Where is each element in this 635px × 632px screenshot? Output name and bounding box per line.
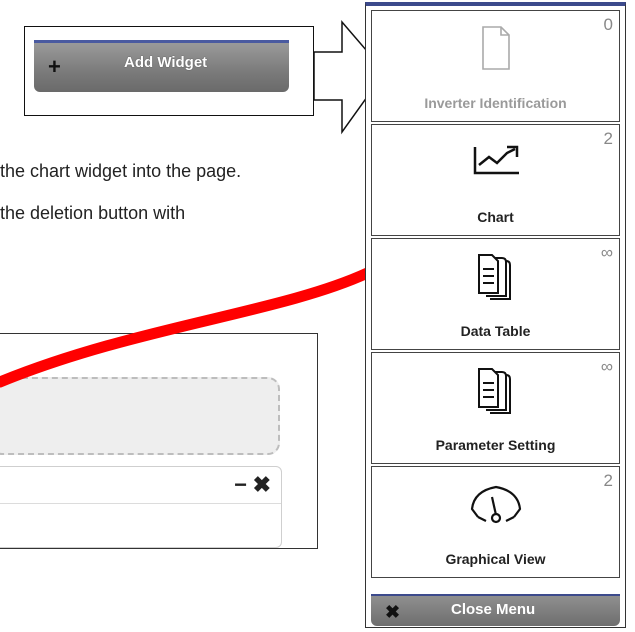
- menu-item-label: Graphical View: [445, 551, 546, 567]
- widget-count: ∞: [600, 357, 613, 376]
- widget-count: 0: [603, 15, 613, 34]
- minimize-icon[interactable]: −: [234, 472, 247, 498]
- widget-header: − ✖: [0, 467, 281, 504]
- documents-stack-icon: [477, 368, 511, 414]
- menu-item-parameter-setting[interactable]: ∞ Parameter Setting: [371, 352, 620, 464]
- close-icon: ✖: [385, 602, 401, 622]
- instruction-line-1: the chart widget into the page.: [0, 161, 242, 181]
- menu-item-data-table[interactable]: ∞ Data Table: [371, 238, 620, 350]
- menu-item-label: Inverter Identification: [424, 95, 567, 111]
- close-menu-button[interactable]: ✖ Close Menu: [371, 594, 620, 626]
- widget-count: ∞: [600, 243, 613, 262]
- line-chart-icon: [473, 145, 519, 175]
- widget-count: 2: [603, 471, 613, 490]
- menu-item-label: Parameter Setting: [435, 437, 556, 453]
- documents-stack-icon: [477, 254, 511, 300]
- menu-item-label: Chart: [477, 209, 514, 225]
- close-menu-label: Close Menu: [451, 601, 536, 618]
- widget-count: 2: [603, 129, 613, 148]
- widget-drop-zone[interactable]: [0, 377, 280, 455]
- menu-item-inverter-identification[interactable]: 0 Inverter Identification: [371, 10, 620, 122]
- widget-menu: 0 Inverter Identification 2 Chart ∞ Data…: [365, 2, 626, 628]
- document-icon: [481, 26, 510, 70]
- menu-item-graphical-view[interactable]: 2 Graphical View: [371, 466, 620, 578]
- gauge-icon: [470, 485, 521, 524]
- page-widget: − ✖: [0, 466, 282, 548]
- menu-item-label: Data Table: [460, 323, 531, 339]
- instruction-line-2: the deletion button with: [0, 203, 186, 223]
- close-icon[interactable]: ✖: [253, 472, 271, 498]
- menu-item-chart[interactable]: 2 Chart: [371, 124, 620, 236]
